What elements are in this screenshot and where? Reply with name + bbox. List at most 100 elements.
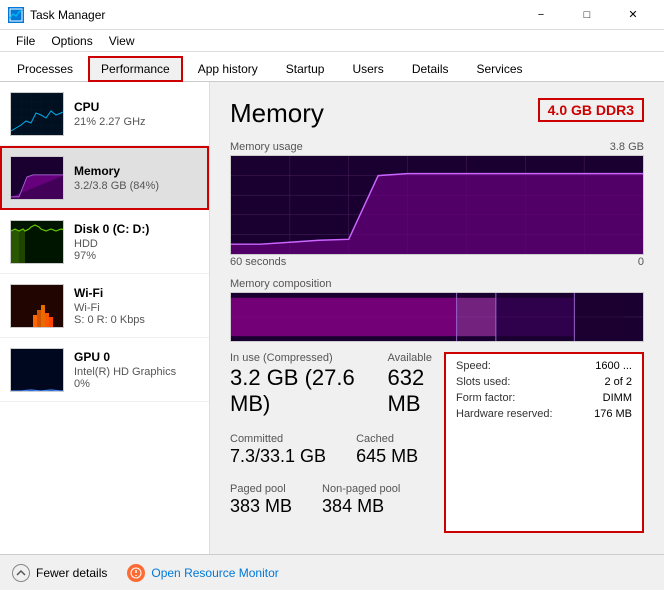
sidebar-gpu-model: Intel(R) HD Graphics [74,366,199,378]
memory-composition-chart [230,292,644,342]
composition-label: Memory composition [230,278,644,290]
minimize-button[interactable]: − [518,0,564,30]
slots-value: 2 of 2 [604,376,632,388]
open-resource-monitor-button[interactable]: Open Resource Monitor [127,564,278,582]
usage-chart-label: Memory usage 3.8 GB [230,141,644,153]
menu-bar: File Options View [0,30,664,52]
chart-time-labels: 60 seconds 0 [230,256,644,268]
main-content: CPU 21% 2.27 GHz Memory 3.2/3.8 GB (84%) [0,82,664,554]
sidebar-disk-pct: 97% [74,250,199,262]
stat-available: Available 632 MB [388,352,444,417]
sidebar-gpu-name: GPU 0 [74,350,199,364]
paged-label: Paged pool [230,483,292,495]
available-value: 632 MB [388,365,444,417]
stat-paged: Paged pool 383 MB [230,483,292,517]
sidebar-gpu-info: GPU 0 Intel(R) HD Graphics 0% [74,350,199,390]
sidebar-wifi-type: Wi-Fi [74,302,199,314]
committed-label: Committed [230,433,326,445]
stat-committed: Committed 7.3/33.1 GB [230,433,326,467]
slots-label: Slots used: [456,376,510,388]
menu-view[interactable]: View [101,32,143,50]
stats-left: In use (Compressed) 3.2 GB (27.6 MB) Ava… [230,352,444,533]
panel-badge: 4.0 GB DDR3 [538,98,644,122]
info-form: Form factor: DIMM [456,392,632,404]
memory-composition-section: Memory composition [230,278,644,342]
cached-label: Cached [356,433,418,445]
in-use-value: 3.2 GB (27.6 MB) [230,365,358,417]
sidebar-wifi-name: Wi-Fi [74,286,199,300]
fewer-details-icon [12,564,30,582]
in-use-label: In use (Compressed) [230,352,358,364]
hw-label: Hardware reserved: [456,408,553,420]
info-hw-reserved: Hardware reserved: 176 MB [456,408,632,420]
sidebar: CPU 21% 2.27 GHz Memory 3.2/3.8 GB (84%) [0,82,210,554]
stats-area: In use (Compressed) 3.2 GB (27.6 MB) Ava… [230,352,644,533]
sidebar-disk-info: Disk 0 (C: D:) HDD 97% [74,222,199,262]
gpu-mini-chart [10,348,64,392]
memory-mini-chart [10,156,64,200]
resource-monitor-label: Open Resource Monitor [151,566,278,580]
disk-mini-chart [10,220,64,264]
panel-title: Memory [230,98,324,129]
sidebar-item-cpu[interactable]: CPU 21% 2.27 GHz [0,82,209,146]
close-button[interactable]: ✕ [610,0,656,30]
speed-label: Speed: [456,360,491,372]
committed-value: 7.3/33.1 GB [230,446,326,467]
info-speed: Speed: 1600 ... [456,360,632,372]
tab-services[interactable]: Services [464,55,536,81]
stat-row-paged-nonpaged: Paged pool 383 MB Non-paged pool 384 MB [230,483,444,525]
resource-monitor-icon [127,564,145,582]
bottom-bar: Fewer details Open Resource Monitor [0,554,664,590]
stat-in-use: In use (Compressed) 3.2 GB (27.6 MB) [230,352,358,417]
available-label: Available [388,352,444,364]
right-panel: Memory 4.0 GB DDR3 Memory usage 3.8 GB [210,82,664,554]
sidebar-gpu-pct: 0% [74,378,199,390]
stat-row-inuse-available: In use (Compressed) 3.2 GB (27.6 MB) Ava… [230,352,444,425]
stat-row-committed-cached: Committed 7.3/33.1 GB Cached 645 MB [230,433,444,475]
tab-startup[interactable]: Startup [273,55,338,81]
hw-value: 176 MB [594,408,632,420]
memory-usage-section: Memory usage 3.8 GB [230,141,644,268]
sidebar-wifi-info: Wi-Fi Wi-Fi S: 0 R: 0 Kbps [74,286,199,326]
stat-nonpaged: Non-paged pool 384 MB [322,483,400,517]
tab-performance[interactable]: Performance [88,56,183,82]
paged-value: 383 MB [230,496,292,517]
tab-details[interactable]: Details [399,55,462,81]
info-slots: Slots used: 2 of 2 [456,376,632,388]
app-icon [8,7,24,23]
title-bar-controls: − □ ✕ [518,0,656,30]
menu-file[interactable]: File [8,32,43,50]
sidebar-item-memory[interactable]: Memory 3.2/3.8 GB (84%) [0,146,209,210]
maximize-button[interactable]: □ [564,0,610,30]
speed-value: 1600 ... [595,360,632,372]
sidebar-memory-info: Memory 3.2/3.8 GB (84%) [74,164,199,192]
cpu-mini-chart [10,92,64,136]
title-bar-left: Task Manager [8,7,105,23]
sidebar-disk-type: HDD [74,238,199,250]
tab-users[interactable]: Users [339,55,396,81]
memory-usage-chart [230,155,644,255]
sidebar-memory-sub: 3.2/3.8 GB (84%) [74,180,199,192]
cached-value: 645 MB [356,446,418,467]
sidebar-item-wifi[interactable]: Wi-Fi Wi-Fi S: 0 R: 0 Kbps [0,274,209,338]
title-bar: Task Manager − □ ✕ [0,0,664,30]
wifi-mini-chart [10,284,64,328]
nonpaged-value: 384 MB [322,496,400,517]
tab-bar: Processes Performance App history Startu… [0,52,664,82]
fewer-details-label: Fewer details [36,566,107,580]
nonpaged-label: Non-paged pool [322,483,400,495]
panel-header: Memory 4.0 GB DDR3 [230,98,644,129]
sidebar-item-disk[interactable]: Disk 0 (C: D:) HDD 97% [0,210,209,274]
sidebar-item-gpu[interactable]: GPU 0 Intel(R) HD Graphics 0% [0,338,209,402]
form-label: Form factor: [456,392,515,404]
tab-processes[interactable]: Processes [4,55,86,81]
sidebar-wifi-speed: S: 0 R: 0 Kbps [74,314,199,326]
title-bar-title: Task Manager [30,8,105,22]
form-value: DIMM [603,392,632,404]
memory-info-box: Speed: 1600 ... Slots used: 2 of 2 Form … [444,352,644,533]
fewer-details-button[interactable]: Fewer details [12,564,107,582]
tab-app-history[interactable]: App history [185,55,271,81]
sidebar-cpu-name: CPU [74,100,199,114]
menu-options[interactable]: Options [43,32,100,50]
sidebar-cpu-info: CPU 21% 2.27 GHz [74,100,199,128]
